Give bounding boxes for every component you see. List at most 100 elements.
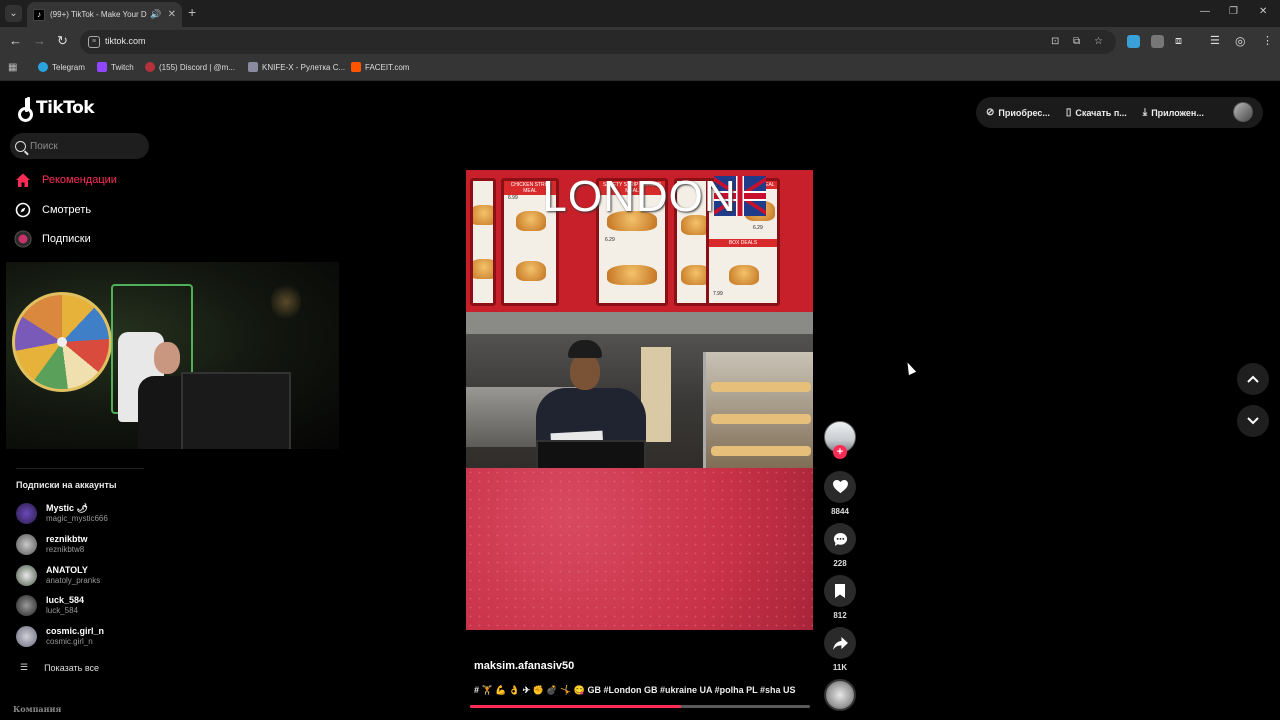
bookmark-twitch[interactable]: Twitch — [97, 62, 134, 72]
cashier-face — [570, 354, 600, 390]
bookmark-knife-x[interactable]: KNIFE-X - Рулетка С... — [248, 62, 345, 72]
account-name: ANATOLY — [46, 565, 88, 575]
discord-icon — [145, 62, 155, 72]
share-arrow-icon — [832, 636, 848, 650]
share-button[interactable] — [824, 627, 856, 659]
address-bar[interactable]: ≡ tiktok.com ⊡ ⧉ ☆ — [80, 30, 1116, 54]
heart-icon — [832, 480, 848, 494]
back-arrow-icon[interactable]: ← — [9, 34, 22, 48]
minimize-button[interactable]: — — [1200, 6, 1210, 17]
phone-icon: ▯ — [1065, 107, 1072, 118]
apps-grid-icon[interactable]: ▦ — [8, 62, 17, 73]
extension-icon[interactable] — [1127, 35, 1140, 48]
search-icon[interactable] — [15, 140, 26, 152]
forward-arrow-icon[interactable]: → — [33, 34, 46, 48]
bookmark-star-icon[interactable]: ☆ — [1094, 36, 1103, 47]
followed-account[interactable]: ANATOLY anatoly_pranks — [16, 565, 100, 586]
restore-button[interactable]: ❐ — [1229, 6, 1238, 17]
logo-text: TikTok — [36, 98, 95, 118]
extensions-puzzle-icon[interactable]: ⧈ — [1175, 34, 1182, 48]
like-button[interactable] — [824, 471, 856, 503]
account-name: cosmic.girl_n — [46, 626, 105, 636]
food-image — [473, 259, 493, 279]
translate-icon[interactable]: ⊡ — [1051, 36, 1059, 47]
nav-item-following[interactable]: Подписки — [14, 230, 91, 248]
user-avatar[interactable] — [1233, 102, 1253, 122]
video-progress-fill — [470, 705, 681, 708]
video-player[interactable]: CHICKEN STRIP MEAL 6.99 SAFETY STRIP BUR… — [466, 170, 813, 630]
reload-icon[interactable]: ↻ — [57, 34, 68, 48]
extension-icon[interactable] — [1151, 35, 1164, 48]
profile-icon[interactable]: ◎ — [1235, 34, 1245, 48]
faceit-icon — [351, 62, 361, 72]
download-icon: ⤓ — [1142, 107, 1148, 118]
video-caption-text: LONDON — [542, 172, 737, 221]
follow-plus-icon[interactable]: + — [833, 445, 847, 459]
monitor — [181, 372, 291, 449]
tiktok-favicon-icon: ♪ — [33, 8, 45, 21]
account-handle: magic_mystic666 — [46, 514, 108, 523]
pill-label: Приложен... — [1151, 107, 1204, 118]
account-handle: reznikbtw8 — [46, 545, 85, 554]
followed-account[interactable]: luck_584 luck_584 — [16, 595, 84, 616]
tab-search-button[interactable]: ⌄ — [5, 5, 22, 22]
compass-icon — [14, 201, 32, 219]
wall-decoration — [271, 282, 301, 322]
account-handle: anatoly_pranks — [46, 576, 101, 585]
cashier-hat — [568, 340, 602, 358]
avatar — [16, 565, 37, 586]
site-info-icon[interactable]: ≡ — [88, 36, 100, 48]
nav-item-recommendations[interactable]: Рекомендации — [14, 171, 117, 189]
bookmark-faceit[interactable]: FACEIT.com — [351, 62, 409, 72]
new-tab-button[interactable]: + — [188, 5, 196, 19]
desktop-app-button[interactable]: ⤓ Приложен... — [1143, 107, 1204, 118]
comment-button[interactable] — [824, 523, 856, 555]
get-coins-button[interactable]: ⊘ Приобрес... — [986, 107, 1050, 118]
avatar — [16, 626, 37, 647]
streamer-webcam-overlay — [6, 262, 339, 449]
bookmark-label: FACEIT.com — [365, 62, 410, 72]
bookmark-discord[interactable]: (155) Discord | @m... — [145, 62, 235, 72]
followed-account[interactable]: cosmic.girl_n cosmic.girl_n — [16, 626, 104, 647]
video-author[interactable]: maksim.afanasiv50 — [474, 660, 574, 672]
next-video-button[interactable] — [1237, 405, 1269, 437]
favorite-button[interactable] — [824, 575, 856, 607]
followed-account[interactable]: Mystic 🌶 magic_mystic666 — [16, 503, 108, 524]
tiktok-logo[interactable]: TikTok — [16, 98, 95, 122]
kitchen-scene — [466, 312, 813, 488]
search-input[interactable] — [30, 140, 140, 152]
account-name: reznikbtw — [46, 534, 88, 544]
account-name: Mystic 🌶 — [46, 503, 88, 513]
cast-icon[interactable]: ⧉ — [1073, 36, 1080, 47]
knife-x-icon — [248, 62, 258, 72]
video-progress-bar[interactable] — [470, 705, 810, 708]
previous-video-button[interactable] — [1237, 363, 1269, 395]
search-box[interactable] — [10, 133, 149, 159]
fortune-wheel-graphic — [12, 292, 112, 392]
close-window-button[interactable]: ✕ — [1259, 6, 1267, 17]
tab-close-icon[interactable]: ✕ — [168, 9, 176, 20]
footer-company-link[interactable]: Компания — [13, 704, 61, 714]
url-text[interactable]: tiktok.com — [105, 36, 146, 46]
account-handle: luck_584 — [46, 606, 79, 615]
avatar — [16, 503, 37, 524]
mouse-cursor — [903, 360, 917, 376]
show-all-button[interactable]: ☰ Показать все — [20, 662, 99, 673]
browser-tab-active[interactable]: ♪ (99+) TikTok - Make Your Day 🔊 ✕ — [27, 2, 182, 27]
nav-item-explore[interactable]: Смотреть — [14, 201, 91, 219]
menu-kebab-icon[interactable]: ⋮ — [1262, 34, 1273, 48]
comment-icon — [833, 532, 847, 546]
following-accounts-title: Подписки на аккаунты — [16, 480, 117, 490]
comments-count: 228 — [833, 559, 847, 568]
coin-icon: ⊘ — [986, 107, 995, 118]
bookmark-telegram[interactable]: Telegram — [38, 62, 85, 72]
warmer-tray — [711, 446, 811, 456]
followed-account[interactable]: reznikbtw reznikbtw8 — [16, 534, 88, 555]
bookmark-icon — [835, 584, 845, 598]
music-disc-icon[interactable] — [824, 679, 856, 711]
speaker-icon[interactable]: 🔊 — [150, 9, 161, 20]
browser-toolbar: ← → ↻ ≡ tiktok.com ⊡ ⧉ ☆ ⧈ ☰ ◎ ⋮ — [0, 27, 1280, 57]
download-app-button[interactable]: ▯ Скачать п... — [1066, 107, 1127, 118]
media-control-icon[interactable]: ☰ — [1210, 34, 1220, 48]
nav-label: Смотреть — [42, 204, 92, 216]
